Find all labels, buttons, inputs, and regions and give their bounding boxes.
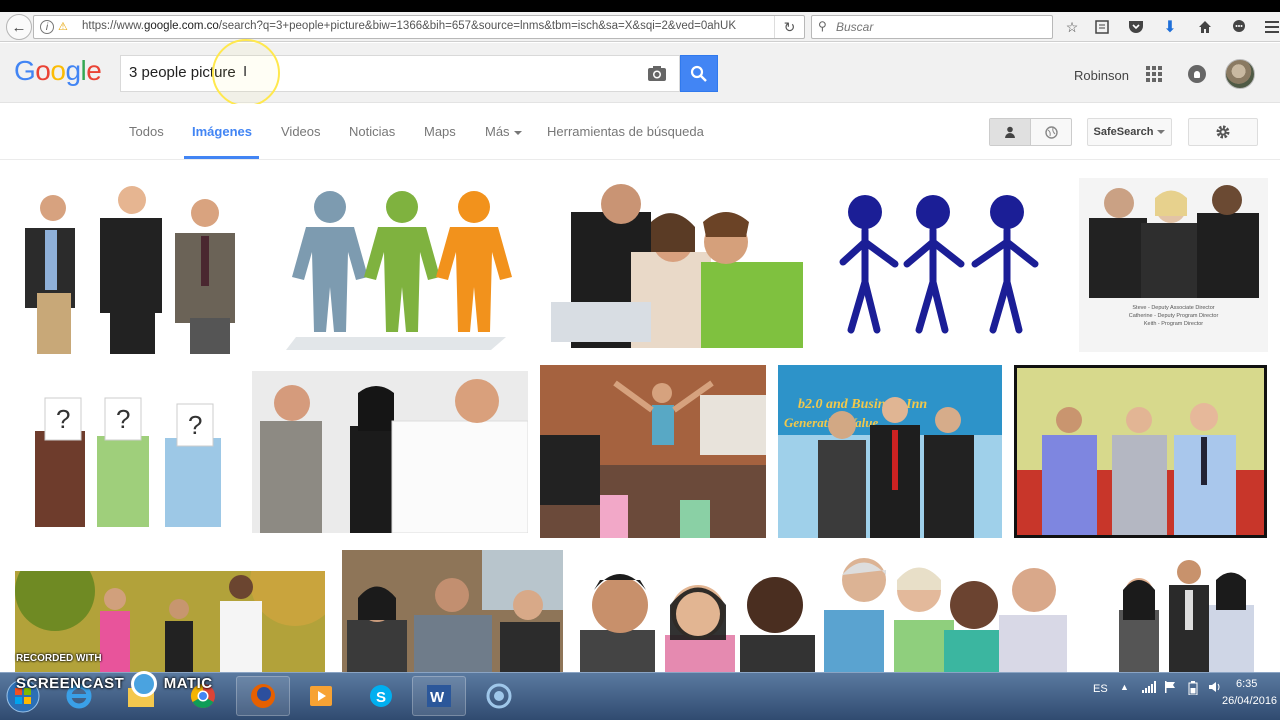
url-text[interactable]: https://www.google.com.co/search?q=3+peo… (82, 20, 772, 32)
taskbar-word[interactable]: W (412, 676, 466, 716)
image-result[interactable] (815, 182, 1068, 348)
watermark-screencast: SCREENCAST MATIC (16, 671, 213, 697)
search-box[interactable] (120, 55, 680, 92)
svg-text:?: ? (116, 404, 130, 434)
info-icon[interactable]: i (40, 20, 54, 34)
flag-icon[interactable] (1164, 681, 1176, 696)
network-icon[interactable] (1142, 681, 1156, 696)
chevron-down-icon (513, 130, 522, 135)
person-figure (25, 195, 75, 354)
screencast-icon (486, 683, 512, 709)
tab-maps[interactable]: Maps (424, 124, 456, 139)
svg-text:W: W (430, 689, 445, 706)
taskbar-firefox[interactable] (236, 676, 290, 716)
apps-grid-icon[interactable] (1146, 66, 1162, 82)
reload-button[interactable]: ↻ (774, 16, 804, 38)
skype-icon: S (370, 685, 392, 707)
home-icon[interactable] (1195, 17, 1215, 37)
image-result[interactable]: Steve - Deputy Associate Director Cather… (1079, 178, 1268, 352)
chat-icon[interactable] (1229, 17, 1249, 37)
bookmark-star-icon[interactable]: ☆ (1062, 17, 1082, 37)
camera-icon[interactable] (647, 65, 667, 82)
tab-noticias[interactable]: Noticias (349, 124, 395, 139)
svg-text:?: ? (56, 404, 70, 434)
svg-text:S: S (376, 689, 386, 706)
arrow-left-icon: ← (11, 18, 27, 36)
clock-time[interactable]: 6:35 (1236, 678, 1257, 690)
search-input[interactable] (129, 64, 629, 81)
tab-mas[interactable]: Más (485, 124, 522, 139)
safesearch-button[interactable]: SafeSearch (1087, 118, 1172, 146)
taskbar-screencast[interactable] (472, 676, 526, 716)
tab-imagenes[interactable]: Imágenes (192, 124, 252, 139)
image-result[interactable] (342, 550, 563, 672)
image-result[interactable]: ? ? ? (15, 376, 241, 527)
taskbar-skype[interactable]: S (354, 676, 408, 716)
view-toggle (989, 118, 1072, 146)
globe-icon[interactable] (1031, 119, 1071, 145)
caption-line: Catherine - Deputy Program Director (1128, 313, 1219, 319)
user-name[interactable]: Robinson (1074, 68, 1129, 83)
back-button[interactable]: ← (6, 14, 32, 40)
taskbar-media[interactable] (294, 676, 348, 716)
browser-search-box[interactable]: ⚲ (811, 15, 1053, 39)
download-icon[interactable]: ⬇ (1160, 17, 1180, 37)
caption-line: Keith - Program Director (1143, 321, 1204, 327)
avatar[interactable] (1225, 59, 1255, 89)
search-icon: ⚲ (818, 19, 827, 33)
tab-search-tools[interactable]: Herramientas de búsqueda (547, 124, 704, 139)
warning-lock-icon[interactable]: ⚠ (58, 20, 72, 34)
word-icon: W (427, 685, 451, 707)
pocket-icon[interactable] (1126, 17, 1146, 37)
reload-icon: ↻ (783, 18, 796, 35)
language-indicator[interactable]: ES (1093, 683, 1108, 695)
person-icon[interactable] (990, 119, 1031, 145)
image-result[interactable] (15, 178, 264, 354)
screencast-logo-icon (131, 671, 158, 697)
tab-mas-label: Más (485, 124, 510, 139)
firefox-icon (251, 684, 275, 708)
watermark-matic-text: MATIC (163, 674, 213, 692)
gear-icon (1216, 125, 1230, 139)
address-bar[interactable]: i ⚠ https://www.google.com.co/search?q=3… (33, 15, 805, 39)
search-button[interactable] (680, 55, 718, 92)
tab-todos[interactable]: Todos (129, 124, 164, 139)
image-result[interactable] (252, 371, 528, 533)
window-top-edge (0, 0, 1280, 12)
image-result[interactable] (580, 550, 815, 672)
google-logo[interactable]: Google (14, 55, 102, 87)
browser-search-input[interactable] (836, 18, 1036, 36)
image-result[interactable] (276, 182, 520, 350)
text-cursor-icon: I (243, 63, 248, 80)
settings-button[interactable] (1188, 118, 1258, 146)
battery-icon[interactable] (1188, 681, 1198, 698)
clock-date[interactable]: 26/04/2016 (1222, 695, 1277, 707)
image-result[interactable] (540, 365, 766, 538)
image-result[interactable]: b2.0 and Business Inn Generating Value (778, 365, 1002, 538)
image-result[interactable] (531, 182, 803, 348)
safesearch-label: SafeSearch (1093, 126, 1154, 138)
search-tabs: Todos Imágenes Videos Noticias Maps Más … (0, 104, 1280, 160)
caption-line: Steve - Deputy Associate Director (1132, 305, 1215, 311)
watermark-recorded-with: RECORDED WITH (16, 653, 102, 664)
tab-videos[interactable]: Videos (281, 124, 321, 139)
browser-toolbar: ← i ⚠ https://www.google.com.co/search?q… (0, 12, 1280, 42)
svg-text:?: ? (188, 410, 202, 440)
chevron-down-icon (1157, 130, 1166, 134)
chevron-up-icon[interactable]: ▲ (1120, 682, 1129, 692)
menu-icon[interactable] (1262, 17, 1280, 37)
image-result[interactable] (1014, 365, 1267, 538)
image-result[interactable] (1079, 550, 1268, 672)
reading-list-icon[interactable] (1092, 17, 1112, 37)
active-tab-indicator (184, 156, 259, 159)
image-result[interactable] (824, 550, 1067, 672)
search-icon (690, 65, 707, 82)
watermark-screencast-text: SCREENCAST (16, 674, 125, 692)
video-player-icon (310, 686, 332, 706)
google-header: Google Robinson (0, 43, 1280, 103)
notifications-icon[interactable] (1188, 65, 1206, 83)
volume-icon[interactable] (1208, 681, 1222, 696)
